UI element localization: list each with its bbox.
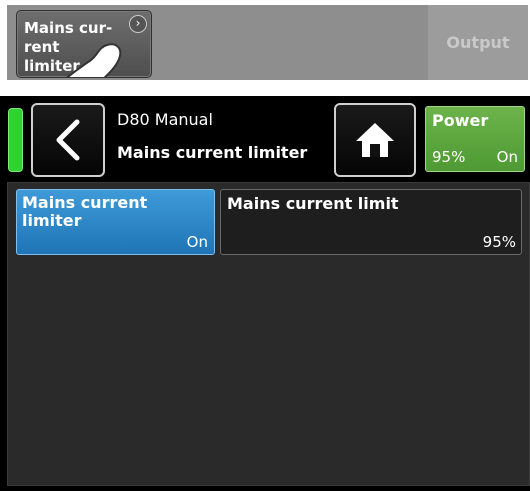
power-state: On [496,148,518,166]
chevron-right-icon: › [129,15,147,33]
chevron-left-icon [56,119,80,161]
back-button[interactable] [31,103,105,177]
mains-current-limiter-tile-value: On [186,233,208,251]
device-screen: D80 Manual Mains current limiter Power 9… [0,96,530,491]
mains-current-limit-tile[interactable]: Mains current limit 95% [220,189,522,255]
mains-current-limiter-button[interactable]: Mains cur- rent limiter › [16,10,152,78]
power-label: Power [432,111,489,130]
page-title: Mains current limiter [117,143,308,162]
content-area: Mains current limiter On Mains current l… [7,182,530,486]
status-led [8,108,23,172]
mains-current-limit-tile-value: 95% [482,233,516,251]
output-button[interactable]: Output [428,5,528,80]
mains-current-limiter-tile-label: Mains current limiter [22,193,148,230]
top-strip: Mains cur- rent limiter › Output [7,5,528,80]
mains-current-limit-tile-label: Mains current limit [227,194,399,213]
mains-current-limiter-button-label: Mains cur- rent limiter [24,19,113,75]
power-button[interactable]: Power 95% On [425,106,525,172]
mains-current-limiter-tile[interactable]: Mains current limiter On [16,189,215,255]
home-button[interactable] [334,103,416,177]
device-name: D80 Manual [117,110,213,129]
home-icon [356,123,394,157]
power-value: 95% [432,148,466,166]
